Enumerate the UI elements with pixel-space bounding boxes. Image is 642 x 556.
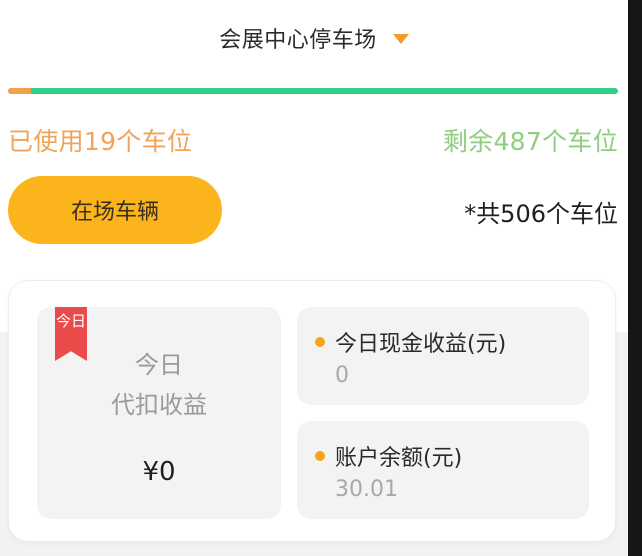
deduction-title-line-2: 代扣收益 [111, 391, 207, 419]
parking-lot-title[interactable]: 会展中心停车场 [219, 22, 377, 54]
cash-income-value: 0 [335, 363, 349, 388]
account-balance-title: 账户余额(元) [335, 446, 463, 471]
deduction-title-line-1: 今日 [135, 351, 183, 379]
cash-income-panel: 今日现金收益(元) 0 [297, 307, 589, 405]
auto-deduction-panel: 今日 今日 代扣收益 ¥0 [37, 307, 281, 519]
orange-dot-icon [315, 451, 325, 461]
total-spaces-label: *共506个车位 [464, 200, 618, 228]
orange-dot-icon [315, 337, 325, 347]
account-balance-value: 30.01 [335, 477, 398, 502]
occupied-segment [8, 88, 31, 94]
used-spaces-label: 已使用19个车位 [8, 127, 193, 156]
parking-lot-selector[interactable]: 会展中心停车场 [0, 16, 628, 60]
parking-dashboard: 会展中心停车场 已使用19个车位 剩余487个车位 在场车辆 *共506个车位 … [0, 0, 642, 556]
vehicles-in-lot-button[interactable]: 在场车辆 [8, 176, 222, 244]
right-edge-strip [628, 0, 642, 556]
remaining-spaces-label: 剩余487个车位 [442, 127, 618, 156]
cash-income-title: 今日现金收益(元) [335, 332, 507, 357]
auto-deduction-amount: ¥0 [142, 457, 176, 487]
caret-down-icon[interactable] [392, 34, 409, 44]
account-balance-panel: 账户余额(元) 30.01 [297, 421, 589, 519]
earnings-card: 今日 今日 代扣收益 ¥0 今日现金收益(元) 0 账户余额(元) 30.01 [8, 280, 616, 542]
auto-deduction-title: 今日 代扣收益 [37, 345, 281, 425]
occupancy-progress-bar [8, 88, 618, 94]
